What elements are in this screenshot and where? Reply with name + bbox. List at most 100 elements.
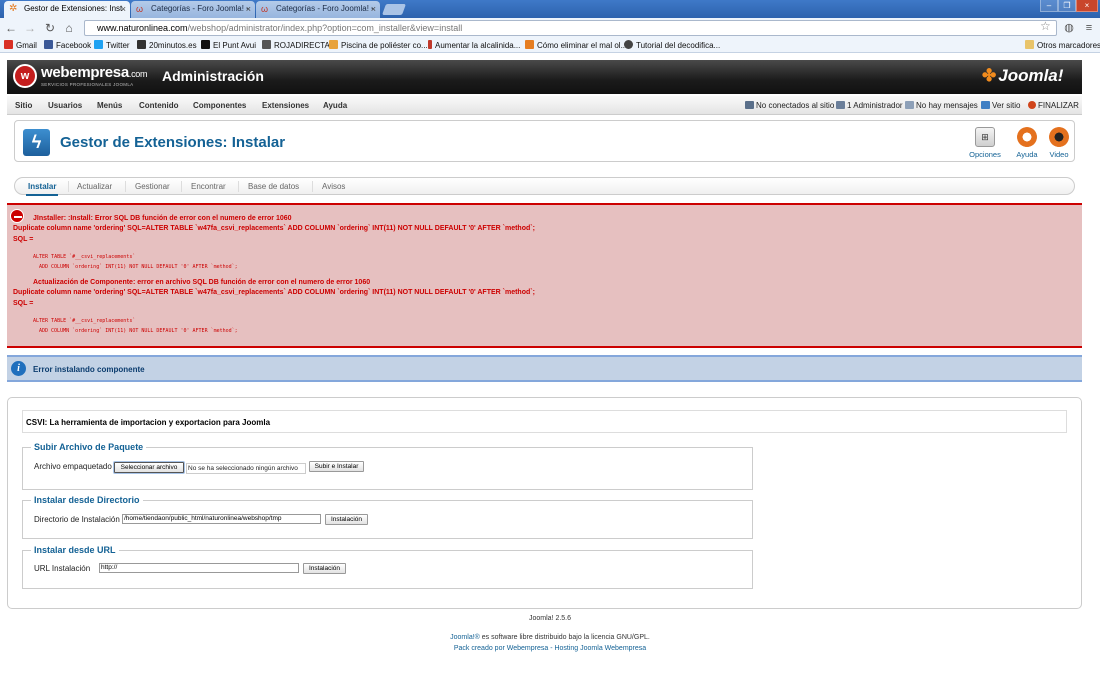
status-messages[interactable]: No hay mensajes	[905, 101, 978, 110]
tab-avisos[interactable]: Avisos	[322, 182, 345, 191]
admin-header: w webempresa.com SERVICIOS PROFESIONALES…	[7, 60, 1082, 94]
bookmark-facebook[interactable]: Facebook	[44, 40, 91, 50]
bookmark-rojadirecta[interactable]: ROJADIRECTA	[262, 40, 330, 50]
bookmark-alcalinidad[interactable]: Aumentar la alcalinida...	[428, 40, 520, 50]
menu-item-sitio[interactable]: Sitio	[15, 101, 32, 110]
joomla-version: Joomla! 2.5.6	[528, 615, 572, 622]
home-icon[interactable]: ⌂	[62, 21, 76, 35]
menu-item-contenido[interactable]: Contenido	[139, 101, 179, 110]
menu-item-menus[interactable]: Menús	[97, 101, 122, 110]
joomla-favicon-icon: ✲	[9, 3, 18, 14]
tab-instalar[interactable]: Instalar	[25, 182, 59, 196]
upload-install-button[interactable]: Subir e Instalar	[309, 461, 364, 472]
browser-tab[interactable]: ω Categorías - Foro Joomla! - ×	[256, 1, 380, 18]
tab-separator	[181, 181, 182, 192]
tab-separator	[125, 181, 126, 192]
error-line: SQL =	[13, 300, 34, 307]
install-url-legend: Instalar desde URL	[34, 545, 116, 555]
close-tab-icon[interactable]: ×	[371, 1, 376, 17]
component-description: CSVI: La herramienta de importacion y ex…	[26, 418, 271, 427]
tab-separator	[68, 181, 69, 192]
install-url-label: URL Instalación	[34, 564, 91, 573]
options-button[interactable]: ⊞ Opciones	[968, 127, 1002, 159]
close-tab-icon[interactable]: ×	[246, 1, 251, 17]
tab-separator	[312, 181, 313, 192]
twitter-icon	[94, 40, 103, 49]
mal-olor-icon	[525, 40, 534, 49]
package-file-label: Archivo empaquetado	[34, 462, 112, 471]
help-button[interactable]: Ayuda	[1010, 127, 1044, 159]
help-lifebuoy-icon	[1017, 127, 1037, 147]
alcalinidad-icon	[428, 40, 432, 49]
tab-base-de-datos[interactable]: Base de datos	[248, 182, 299, 191]
joomla-favicon-icon: ω	[261, 4, 269, 14]
menu-item-extensiones[interactable]: Extensiones	[262, 101, 309, 110]
bookmark-gmail[interactable]: Gmail	[4, 40, 37, 50]
page-title: Gestor de Extensiones: Instalar	[60, 134, 286, 151]
tab-actualizar[interactable]: Actualizar	[77, 182, 112, 191]
20minutos-icon	[137, 40, 146, 49]
browser-tab-active[interactable]: ✲ Gestor de Extensiones: Inst ×	[4, 1, 130, 18]
bookmark-mal-olor[interactable]: Cómo eliminar el mal ol...	[525, 40, 627, 50]
menu-item-ayuda[interactable]: Ayuda	[323, 101, 347, 110]
choose-file-button[interactable]: Seleccionar archivo	[114, 462, 184, 473]
gmail-icon	[4, 40, 13, 49]
bookmark-other[interactable]: Otros marcadores	[1025, 40, 1100, 50]
facebook-icon	[44, 40, 53, 49]
admin-title: Administración	[162, 68, 264, 84]
menu-item-componentes[interactable]: Componentes	[193, 101, 246, 110]
video-button[interactable]: Video	[1042, 127, 1076, 159]
messages-icon	[905, 101, 914, 109]
bookmark-tutorial[interactable]: Tutorial del decodifica...	[624, 40, 720, 50]
joomla-license-link[interactable]: Joomla!®	[450, 634, 480, 641]
back-icon[interactable]: ←	[4, 21, 18, 35]
error-line: SQL =	[13, 236, 34, 243]
forward-icon[interactable]: →	[23, 21, 37, 35]
status-admins: 1 Administrador	[836, 101, 903, 110]
error-line: Duplicate column name 'ordering' SQL=ALT…	[13, 289, 535, 296]
brand-tagline: SERVICIOS PROFESIONALES JOOMLA	[41, 82, 134, 87]
no-file-text: No se ha seleccionado ningún archivo	[186, 463, 306, 474]
reload-icon[interactable]: ↻	[43, 21, 57, 35]
user-icon	[836, 101, 845, 109]
bookmark-star-icon[interactable]: ☆	[1040, 19, 1051, 33]
install-url-button[interactable]: Instalación	[303, 563, 346, 574]
address-bar[interactable]: www.naturonlinea.com/webshop/administrat…	[84, 20, 1057, 36]
view-site-link[interactable]: Ver sitio	[981, 101, 1020, 110]
joomla-favicon-icon: ω	[136, 4, 144, 14]
install-directory-label: Directorio de Instalación	[34, 515, 120, 524]
wrench-menu-icon[interactable]: ≡	[1082, 21, 1096, 35]
bookmark-20minutos[interactable]: 20minutos.es	[137, 40, 197, 50]
joomla-logo: ✤ Joomla!	[982, 66, 1064, 85]
piscina-icon	[329, 40, 338, 49]
admin-menu-bar: Sitio Usuarios Menús Contenido Component…	[7, 96, 1082, 115]
install-url-input[interactable]: http://	[99, 563, 299, 573]
el-punt-avui-icon	[201, 40, 210, 49]
restore-window-button[interactable]: ❐	[1058, 0, 1076, 12]
browser-tab[interactable]: ω Categorías - Foro Joomla! - ×	[131, 1, 255, 18]
extension-icon[interactable]: ◍	[1062, 21, 1076, 35]
new-tab-button[interactable]	[381, 4, 407, 15]
install-directory-input[interactable]: /home/tiendaon/public_html/naturonlinea/…	[122, 514, 321, 524]
tab-encontrar[interactable]: Encontrar	[191, 182, 226, 191]
menu-item-usuarios[interactable]: Usuarios	[48, 101, 82, 110]
bookmarks-bar: Gmail Facebook Twitter 20minutos.es El P…	[0, 38, 1100, 53]
logout-link[interactable]: FINALIZAR	[1028, 101, 1079, 110]
tab-separator	[238, 181, 239, 192]
bookmark-el-punt-avui[interactable]: El Punt Avui	[201, 40, 256, 50]
options-icon: ⊞	[975, 127, 995, 147]
minimize-window-button[interactable]: –	[1040, 0, 1058, 12]
info-message: Error instalando componente	[33, 365, 145, 374]
bookmark-twitter[interactable]: Twitter	[94, 40, 130, 50]
logout-icon	[1028, 101, 1036, 109]
webempresa-credit-link[interactable]: Pack creado por Webempresa - Hosting Joo…	[0, 645, 1100, 652]
upload-package-legend: Subir Archivo de Paquete	[34, 442, 144, 452]
install-panel: CSVI: La herramienta de importacion y ex…	[7, 397, 1082, 609]
close-window-button[interactable]: ×	[1076, 0, 1098, 12]
tab-gestionar[interactable]: Gestionar	[135, 182, 170, 191]
install-directory-button[interactable]: Instalación	[325, 514, 368, 525]
tutorial-icon	[624, 40, 633, 49]
bookmark-piscina[interactable]: Piscina de poliéster co...	[329, 40, 428, 50]
info-message-box: i Error instalando componente	[7, 355, 1082, 382]
close-tab-icon[interactable]: ×	[121, 1, 126, 17]
